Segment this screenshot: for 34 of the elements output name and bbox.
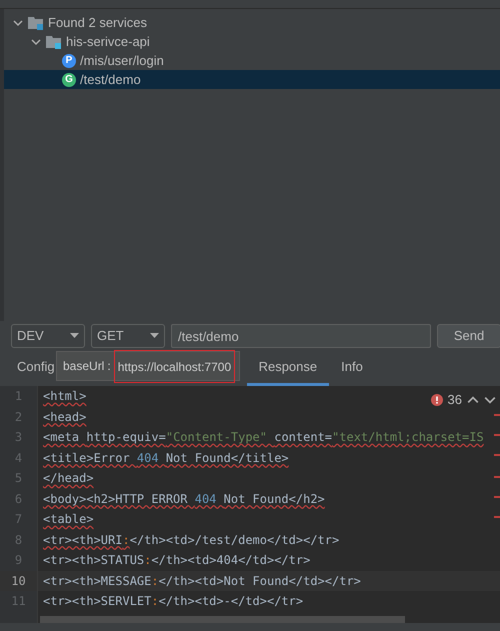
code-line: <meta http-equiv="Content-Type" content="text/html;charset=IS [43,429,484,446]
error-count: 36 [448,391,462,409]
tree-label[interactable]: his-serivce-api [66,32,150,52]
send-button[interactable]: Send [437,324,500,348]
code-line: <tr><th>SERVLET:</th><td>-</td></tr> [43,593,304,610]
caret-icon [150,333,159,339]
error-icon [430,394,443,406]
tree-item[interactable]: P /mis/user/login [4,51,500,70]
chevron-up-icon [467,394,479,406]
code-line: <tr><th>STATUS:</th><td>404</td></tr> [43,552,310,569]
dropdown[interactable]: DEV [11,324,85,348]
code-line: <tr><th>URI:</th><td>/test/demo</td></tr> [43,532,340,548]
method-icon: G [62,72,76,86]
folder-icon [46,34,62,48]
method-icon: P [62,54,76,68]
tooltip-key: baseUrl [63,357,104,375]
code-line: <tr><th>MESSAGE:</th><td>Not Found</td></tr> [43,572,361,590]
tooltip-value: https://localhost:7700 [118,358,232,376]
code-line: <table> [43,511,94,528]
code-line: <title>Error 404 Not Found</title> [43,450,289,466]
tree-label[interactable]: Found 2 services [48,12,147,32]
code-line: <body><h2>HTTP ERROR 404 Not Found</h2> [43,490,325,508]
scrollbar[interactable] [40,616,405,623]
caret-icon [70,333,79,339]
code-line: <html> [43,388,86,405]
tab[interactable]: Info [329,351,375,386]
url-field[interactable]: /test/demo [171,324,431,348]
dropdown[interactable]: GET [91,324,165,348]
folder-icon [28,16,44,30]
code-line: <head> [43,408,86,426]
tooltip-separator: : [107,358,111,375]
code-line: </head> [43,470,94,487]
tab[interactable]: Config [11,351,61,386]
tree-item[interactable]: G /test/demo [4,70,500,89]
